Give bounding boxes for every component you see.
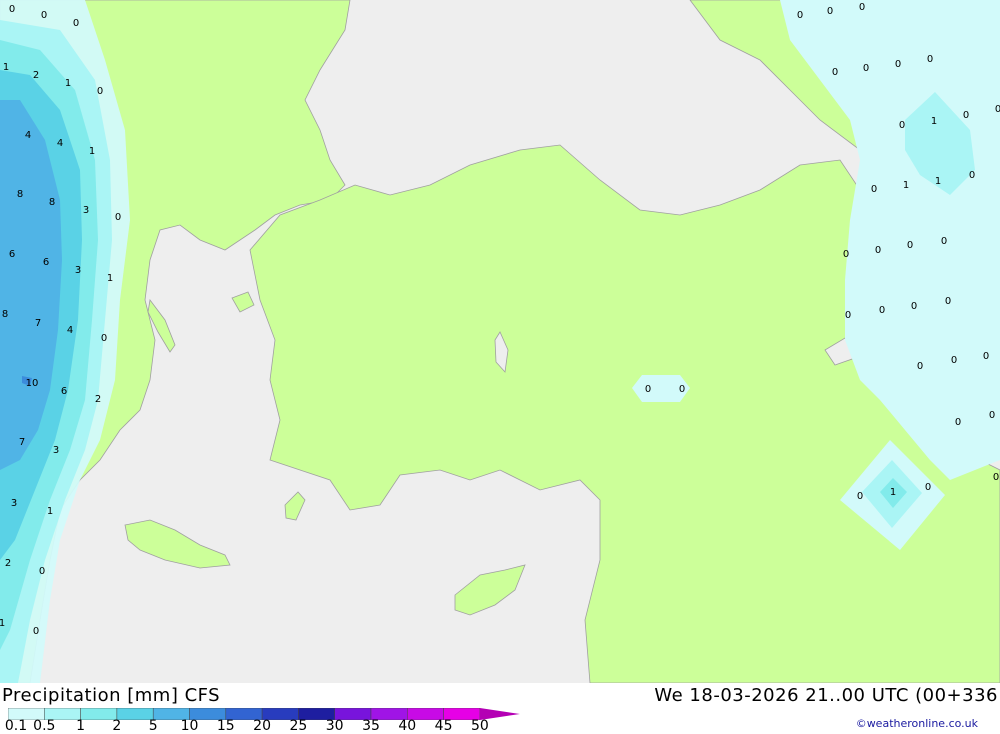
legend-tick-label: 5	[148, 718, 158, 734]
precip-label: 4	[57, 138, 63, 149]
legend-tick-label: 0.1	[4, 718, 28, 734]
precip-label: 0	[927, 54, 933, 65]
precip-label: 0	[39, 566, 45, 577]
precip-label: 0	[983, 351, 989, 362]
precip-label: 8	[2, 309, 8, 320]
precip-label: 4	[25, 130, 31, 141]
legend-tick-label: 45	[434, 718, 453, 734]
precip-label: 6	[43, 257, 49, 268]
precip-label: 1	[89, 146, 95, 157]
precip-label: 0	[827, 6, 833, 17]
precip-label: 6	[9, 249, 15, 260]
precip-label: 1	[903, 180, 909, 191]
precip-label: 0	[859, 2, 865, 13]
legend-tick-label: 20	[253, 718, 272, 734]
precip-label: 0	[879, 305, 885, 316]
precip-label: 0	[679, 384, 685, 395]
precip-label: 0	[875, 245, 881, 256]
precip-label: 0	[917, 361, 923, 372]
precip-label: 0	[871, 184, 877, 195]
precip-label: 0	[41, 10, 47, 21]
precip-label: 8	[17, 189, 23, 200]
precip-label: 0	[645, 384, 651, 395]
precip-label: 2	[95, 394, 101, 405]
precip-label: 0	[951, 355, 957, 366]
precip-label: 0	[9, 4, 15, 15]
legend-tick-label: 1	[76, 718, 86, 734]
precip-label: 0	[945, 296, 951, 307]
precip-label: 0	[963, 110, 969, 121]
precip-label: 0	[863, 63, 869, 74]
precip-label: 3	[11, 498, 17, 509]
precip-label: 0	[832, 67, 838, 78]
precip-label: 0	[899, 120, 905, 131]
precip-label: 1	[65, 78, 71, 89]
precip-label: 0	[969, 170, 975, 181]
precip-label: 0	[907, 240, 913, 251]
footer: Precipitation [mm] CFS We 18-03-2026 21.…	[0, 683, 1000, 734]
precip-label: 0	[995, 104, 1000, 115]
precip-label: 0	[941, 236, 947, 247]
precip-label: 0	[797, 10, 803, 21]
precip-label: 6	[61, 386, 67, 397]
precip-label: 0	[101, 333, 107, 344]
credit-link[interactable]: ©weatheronline.co.uk	[856, 717, 978, 730]
map-canvas: 0 0 0 1 2 1 0 4 4 1 8 8 3 0 6 6 3 1 8 7 …	[0, 0, 1000, 684]
legend-tick-label: 50	[470, 718, 489, 734]
legend-tick-label: 2	[112, 718, 122, 734]
precip-label: 0	[73, 18, 79, 29]
legend-tick-label: 10	[180, 718, 199, 734]
legend-tick-label: 15	[216, 718, 235, 734]
precip-label: 4	[67, 325, 73, 336]
legend-tick-label: 25	[289, 718, 308, 734]
precip-label: 1	[107, 273, 113, 284]
precip-label: 8	[49, 197, 55, 208]
precip-label: 0	[895, 59, 901, 70]
precip-label: 1	[47, 506, 53, 517]
map-datetime: We 18-03-2026 21..00 UTC (00+336	[654, 685, 998, 706]
precip-label: 0	[925, 482, 931, 493]
precip-label: 1	[890, 487, 896, 498]
precip-label: 0	[843, 249, 849, 260]
precip-label: 0	[989, 410, 995, 421]
precip-label: 0	[97, 86, 103, 97]
precip-label: 0	[993, 472, 999, 483]
precip-label: 10	[26, 378, 39, 389]
precip-label: 2	[5, 558, 11, 569]
precip-label: 3	[75, 265, 81, 276]
precip-label: 0	[911, 301, 917, 312]
legend-tick-label: 40	[398, 718, 417, 734]
precip-label: 2	[33, 70, 39, 81]
precip-label: 0	[955, 417, 961, 428]
precip-label: 3	[83, 205, 89, 216]
legend-tick-label: 30	[325, 718, 344, 734]
map-title: Precipitation [mm] CFS	[2, 685, 221, 706]
precip-label: 7	[19, 437, 25, 448]
precip-label: 1	[931, 116, 937, 127]
precip-label: 0	[115, 212, 121, 223]
precip-label: 0	[857, 491, 863, 502]
precipitation-map: 0 0 0 1 2 1 0 4 4 1 8 8 3 0 6 6 3 1 8 7 …	[0, 0, 1000, 684]
precip-label: 1	[935, 176, 941, 187]
precip-label: 7	[35, 318, 41, 329]
precip-label: 0	[33, 626, 39, 637]
precip-label: 1	[3, 62, 9, 73]
legend-tick-label: 0.5	[33, 718, 56, 734]
precip-label: 3	[53, 445, 59, 456]
precip-label: 0	[845, 310, 851, 321]
legend-tick-label: 35	[362, 718, 380, 734]
precip-label: 1	[0, 618, 5, 629]
